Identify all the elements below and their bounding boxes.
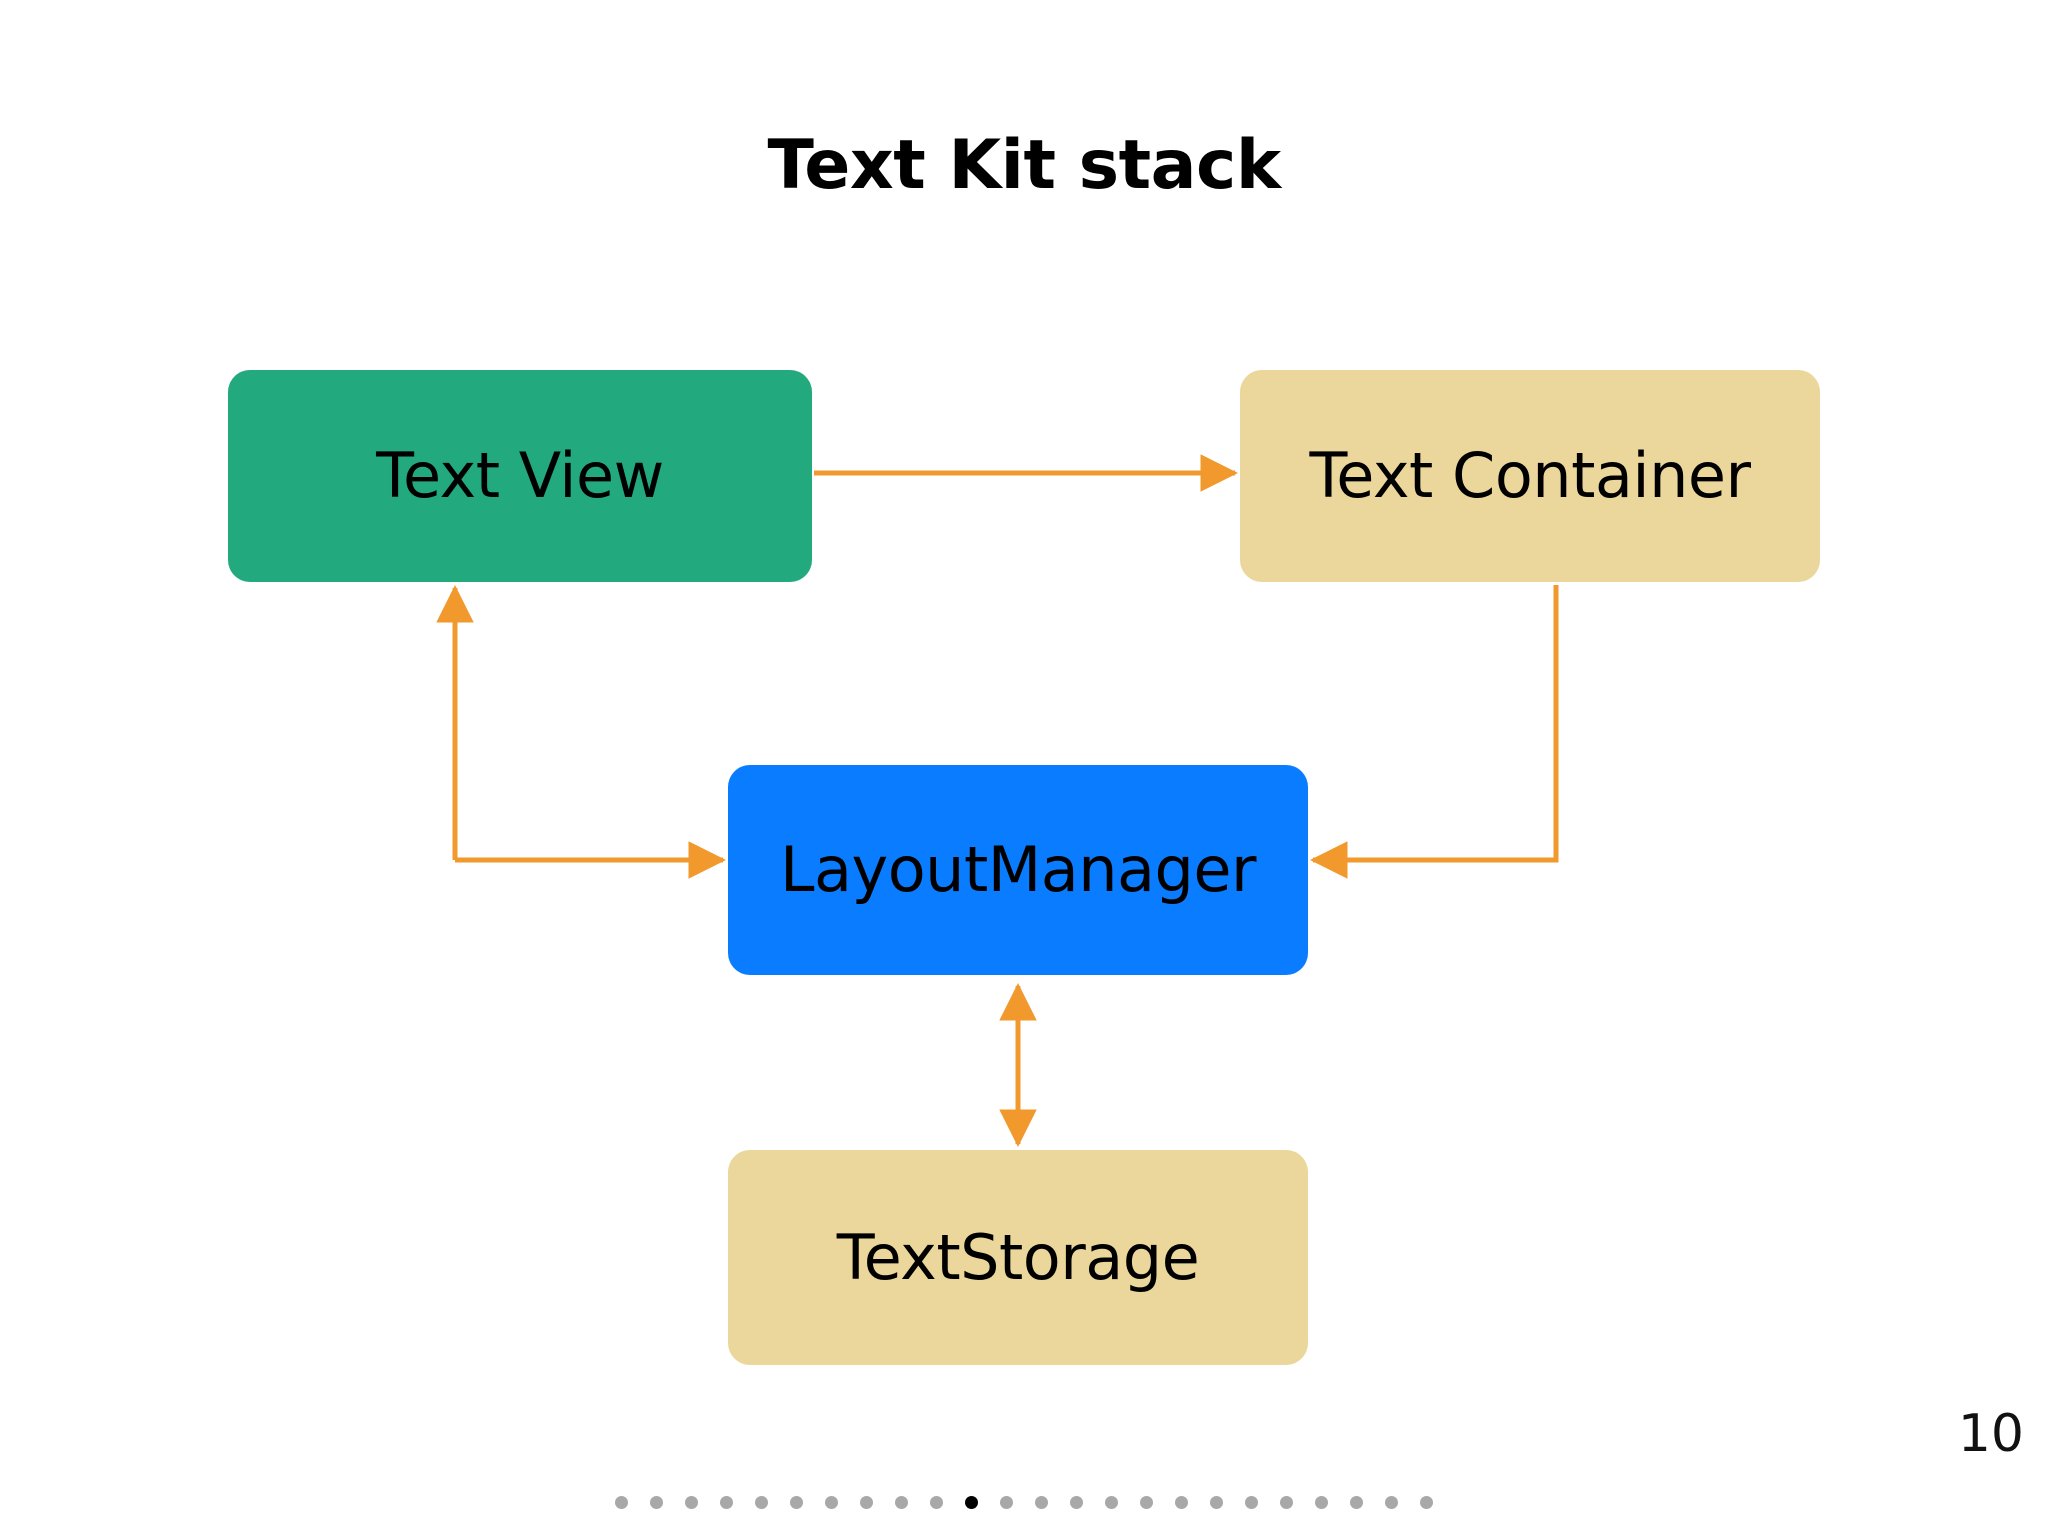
node-text-container[interactable]: Text Container [1240,370,1820,582]
node-text-storage-label: TextStorage [836,1220,1200,1294]
node-layout-manager[interactable]: LayoutManager [728,765,1308,975]
progress-dot[interactable] [1140,1496,1153,1509]
node-text-view[interactable]: Text View [228,370,812,582]
progress-dot[interactable] [930,1496,943,1509]
edge-text-container-to-layout-manager [1309,585,1559,879]
node-text-container-label: Text Container [1309,439,1751,512]
progress-dot[interactable] [1420,1496,1433,1509]
progress-dot[interactable] [860,1496,873,1509]
slide-progress-dots[interactable] [0,1496,2048,1509]
progress-dot[interactable] [1070,1496,1083,1509]
progress-dot[interactable] [1035,1496,1048,1509]
node-text-storage[interactable]: TextStorage [728,1150,1308,1365]
progress-dot[interactable] [825,1496,838,1509]
progress-dot[interactable] [615,1496,628,1509]
progress-dot[interactable] [1385,1496,1398,1509]
progress-dot[interactable] [720,1496,733,1509]
progress-dot[interactable] [1000,1496,1013,1509]
progress-dot[interactable] [755,1496,768,1509]
node-layout-manager-label: LayoutManager [779,833,1257,906]
progress-dot[interactable] [1315,1496,1328,1509]
node-text-view-label: Text View [376,439,664,512]
page-number: 10 [1957,1404,2024,1464]
progress-dot[interactable] [1210,1496,1223,1509]
progress-dot[interactable] [1245,1496,1258,1509]
progress-dot[interactable] [1350,1496,1363,1509]
progress-dot[interactable] [790,1496,803,1509]
progress-dot[interactable] [1175,1496,1188,1509]
text-kit-stack-diagram: Text View Text Container LayoutManager T… [0,0,2048,1536]
progress-dot[interactable] [685,1496,698,1509]
progress-dot[interactable] [1105,1496,1118,1509]
progress-dot[interactable] [650,1496,663,1509]
progress-dot-active[interactable] [965,1496,978,1509]
progress-dot[interactable] [895,1496,908,1509]
progress-dot[interactable] [1280,1496,1293,1509]
